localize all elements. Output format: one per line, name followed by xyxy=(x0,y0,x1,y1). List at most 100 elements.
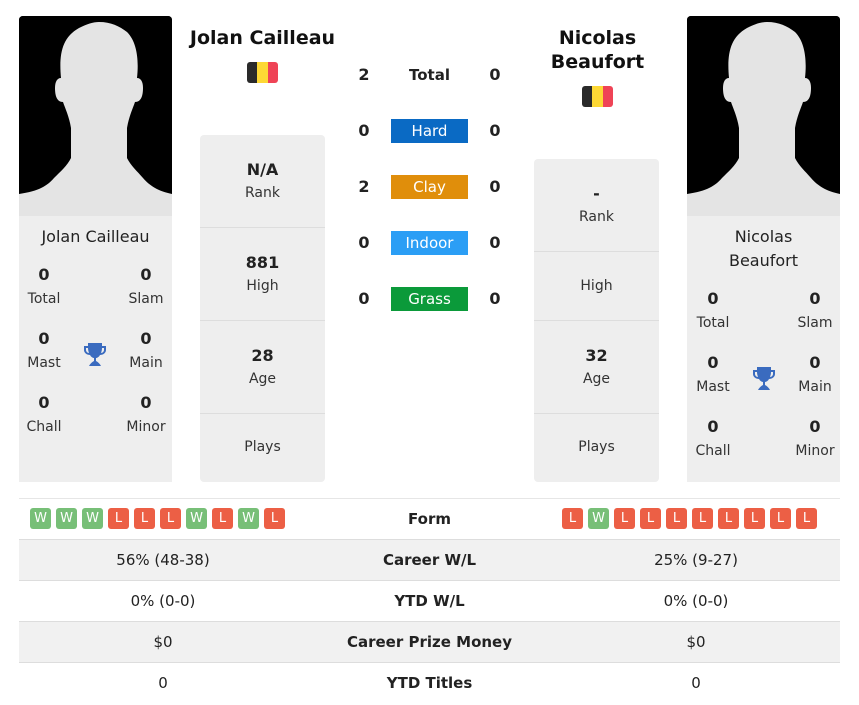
left-count: 2 xyxy=(358,65,370,84)
right-ytd-wl: 0% (0-0) xyxy=(663,592,729,610)
label: Total xyxy=(696,315,730,331)
name-line-2: Beaufort xyxy=(550,51,645,73)
label: Age xyxy=(248,371,277,387)
left-high: 881 High xyxy=(200,228,325,321)
left-career-wl: 56% (48-38) xyxy=(116,551,210,569)
label: Plays xyxy=(244,439,281,455)
right-age: 32 Age xyxy=(534,321,659,414)
prize-money-label: Career Prize Money xyxy=(346,633,512,651)
career-wl-row: 56% (48-38) Career W/L 25% (9-27) xyxy=(19,539,840,580)
player-silhouette-icon xyxy=(19,16,172,216)
surface-badge-indoor[interactable]: Indoor xyxy=(391,231,468,255)
form-badge-loss[interactable]: L xyxy=(640,508,661,529)
player-silhouette-icon xyxy=(687,16,840,216)
value: 881 xyxy=(245,253,280,272)
form-badge-loss[interactable]: L xyxy=(108,508,129,529)
left-ytd-titles: 0 xyxy=(158,674,168,692)
left-count: 0 xyxy=(358,233,370,252)
form-badge-loss[interactable]: L xyxy=(666,508,687,529)
right-count: 0 xyxy=(489,65,501,84)
left-prize-money: $0 xyxy=(153,633,173,651)
value: - xyxy=(593,184,600,203)
belgium-flag-icon xyxy=(247,62,278,83)
label: Chall xyxy=(26,419,62,435)
right-titles-minor: 0 Minor xyxy=(785,416,845,464)
form-badge-loss[interactable]: L xyxy=(134,508,155,529)
right-player-photo xyxy=(687,16,840,216)
right-form-badges: LWLLLLLLLL xyxy=(562,508,817,529)
right-prize-money: $0 xyxy=(686,633,706,651)
value: 0 xyxy=(140,393,152,412)
value: 0 xyxy=(140,265,152,284)
value: 28 xyxy=(251,346,274,365)
name-line-1: Nicolas xyxy=(734,227,793,246)
left-form-badges: WWWLLLWLWL xyxy=(30,508,285,529)
left-rank-column: N/A Rank 881 High 28 Age Plays xyxy=(200,135,325,482)
surface-label: Total xyxy=(409,66,450,84)
label: High xyxy=(246,278,279,294)
surface-badge-grass[interactable]: Grass xyxy=(391,287,468,311)
value: 0 xyxy=(809,417,821,436)
left-count: 2 xyxy=(358,177,370,196)
form-badge-win[interactable]: W xyxy=(56,508,77,529)
form-badge-loss[interactable]: L xyxy=(264,508,285,529)
form-badge-loss[interactable]: L xyxy=(160,508,181,529)
left-player-photo xyxy=(19,16,172,216)
label: Main xyxy=(129,355,163,371)
right-count: 0 xyxy=(489,289,501,308)
form-badge-loss[interactable]: L xyxy=(770,508,791,529)
form-badge-win[interactable]: W xyxy=(82,508,103,529)
left-player-name[interactable]: Jolan Cailleau xyxy=(19,225,172,249)
form-badge-loss[interactable]: L xyxy=(562,508,583,529)
right-count: 0 xyxy=(489,121,501,140)
trophy-icon xyxy=(83,341,107,367)
belgium-flag-icon xyxy=(582,86,613,107)
right-count: 0 xyxy=(489,177,501,196)
name-line-2: Beaufort xyxy=(728,251,799,270)
h2h-grass: 0 Grass 0 xyxy=(340,286,520,312)
form-badge-loss[interactable]: L xyxy=(614,508,635,529)
form-badge-loss[interactable]: L xyxy=(692,508,713,529)
form-badge-win[interactable]: W xyxy=(588,508,609,529)
right-player-panel: Nicolas Beaufort 0 Total 0 Slam 0 Mast 0… xyxy=(687,216,840,482)
left-age: 28 Age xyxy=(200,321,325,414)
right-rank: - Rank xyxy=(534,159,659,252)
right-count: 0 xyxy=(489,233,501,252)
left-player-header-name[interactable]: Jolan Cailleau xyxy=(180,26,345,50)
label: Slam xyxy=(797,315,833,331)
form-label: Form xyxy=(408,510,451,528)
value: 0 xyxy=(809,289,821,308)
form-badge-loss[interactable]: L xyxy=(212,508,233,529)
prize-money-row: $0 Career Prize Money $0 xyxy=(19,621,840,662)
label: Chall xyxy=(695,443,731,459)
h2h-clay: 2 Clay 0 xyxy=(340,174,520,200)
right-rank-column: - Rank High 32 Age Plays xyxy=(534,159,659,482)
form-badge-win[interactable]: W xyxy=(238,508,259,529)
h2h-total: 2 Total 0 xyxy=(340,62,520,88)
label: Rank xyxy=(579,209,614,225)
left-ytd-wl: 0% (0-0) xyxy=(130,592,196,610)
form-badge-loss[interactable]: L xyxy=(744,508,765,529)
left-titles-chall: 0 Chall xyxy=(14,392,74,440)
surface-badge-clay[interactable]: Clay xyxy=(391,175,468,199)
right-player-header-name[interactable]: Nicolas Beaufort xyxy=(520,26,675,74)
right-titles-slam: 0 Slam xyxy=(785,288,845,336)
ytd-titles-label: YTD Titles xyxy=(386,674,473,692)
form-badge-loss[interactable]: L xyxy=(796,508,817,529)
surface-badge-hard[interactable]: Hard xyxy=(391,119,468,143)
right-ytd-titles: 0 xyxy=(691,674,701,692)
ytd-wl-row: 0% (0-0) YTD W/L 0% (0-0) xyxy=(19,580,840,621)
form-badge-loss[interactable]: L xyxy=(718,508,739,529)
value: 0 xyxy=(707,289,719,308)
right-titles-chall: 0 Chall xyxy=(683,416,743,464)
right-player-name[interactable]: Nicolas Beaufort xyxy=(687,225,840,273)
left-titles-main: 0 Main xyxy=(116,328,176,376)
left-player-panel: Jolan Cailleau 0 Total 0 Slam 0 Mast 0 M… xyxy=(19,216,172,482)
form-badge-win[interactable]: W xyxy=(30,508,51,529)
label: Total xyxy=(27,291,61,307)
right-titles-mast: 0 Mast xyxy=(683,352,743,400)
form-badge-win[interactable]: W xyxy=(186,508,207,529)
trophy-icon xyxy=(752,365,776,391)
label: Slam xyxy=(128,291,164,307)
left-titles-minor: 0 Minor xyxy=(116,392,176,440)
